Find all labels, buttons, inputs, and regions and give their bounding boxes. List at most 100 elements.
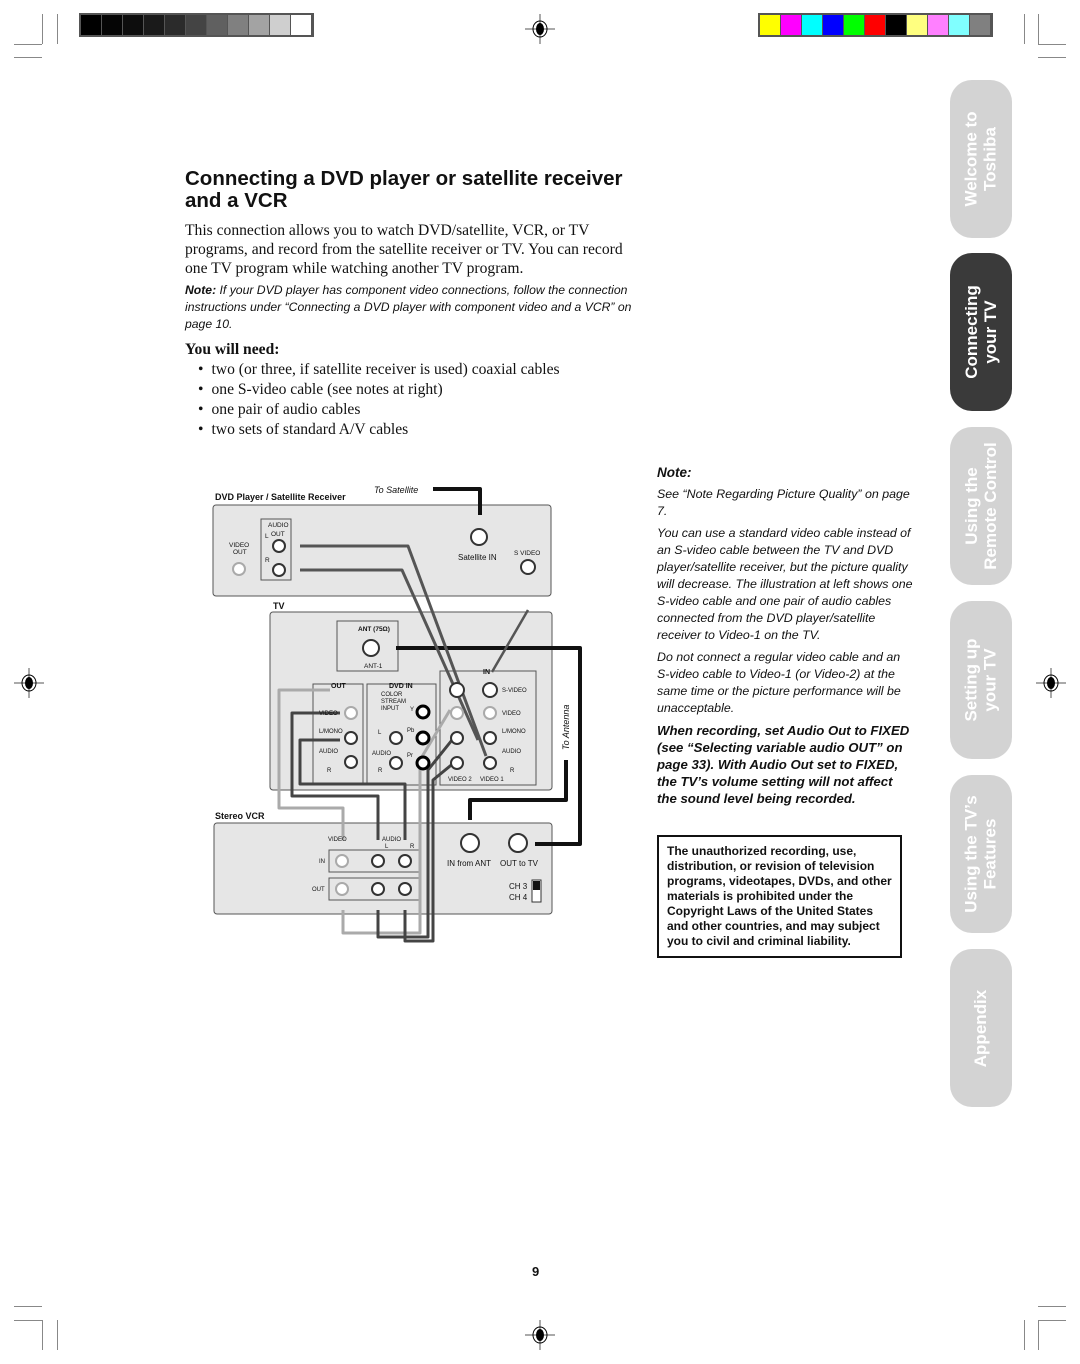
ant-label: ANT (75Ω) bbox=[358, 626, 390, 633]
note-paragraph: Do not connect a regular video cable and… bbox=[657, 650, 901, 715]
notes-heading: Note: bbox=[657, 465, 692, 480]
calibration-swatch bbox=[760, 15, 781, 35]
video1-label: VIDEO 1 bbox=[480, 777, 504, 783]
tab-label: your TV bbox=[981, 300, 1000, 364]
tab-setting-up[interactable]: Setting up your TV bbox=[950, 601, 1012, 759]
calibration-swatch bbox=[186, 15, 207, 35]
vcr-video-label: VIDEO bbox=[328, 837, 347, 843]
calibration-swatch bbox=[949, 15, 970, 35]
audio-label: AUDIO bbox=[502, 749, 521, 755]
list-item: two (or three, if satellite receiver is … bbox=[198, 360, 559, 380]
registration-target-icon bbox=[525, 1320, 555, 1350]
page-title: Connecting a DVD player or satellite rec… bbox=[185, 167, 623, 212]
tv-in-label: IN bbox=[483, 669, 490, 676]
side-notes: Note: See “Note Regarding Picture Qualit… bbox=[657, 464, 913, 812]
tv-label: TV bbox=[273, 601, 285, 611]
audio-out-r-jack bbox=[272, 563, 286, 577]
tab-appendix[interactable]: Appendix bbox=[950, 949, 1012, 1107]
calibration-swatch bbox=[165, 15, 186, 35]
dvd-in-label: DVD IN bbox=[389, 683, 413, 690]
note-label: Note: bbox=[185, 283, 217, 297]
channel-switch-knob bbox=[533, 881, 540, 890]
crop-mark bbox=[1038, 14, 1039, 44]
calibration-swatch bbox=[270, 15, 291, 35]
calibration-swatch bbox=[291, 15, 312, 35]
calibration-swatch bbox=[102, 15, 123, 35]
calibration-swatch bbox=[81, 15, 102, 35]
tab-connecting[interactable]: Connecting your TV bbox=[950, 253, 1012, 411]
video1-video-jack bbox=[483, 706, 497, 720]
color-calibration-bar bbox=[758, 13, 993, 37]
calibration-swatch bbox=[144, 15, 165, 35]
note-text: If your DVD player has component video c… bbox=[185, 283, 632, 331]
dvd-in-y-jack bbox=[415, 704, 431, 720]
to-antenna-label: To Antenna bbox=[561, 705, 571, 750]
crop-mark bbox=[1024, 14, 1025, 44]
right-label: R bbox=[510, 768, 515, 774]
vcr-in-from-ant-jack bbox=[460, 833, 480, 853]
s-video-in-label: S-VIDEO bbox=[502, 688, 527, 694]
vcr-out-l-jack bbox=[371, 882, 385, 896]
calibration-swatch bbox=[781, 15, 802, 35]
s-video-label: S VIDEO bbox=[514, 550, 540, 557]
audio-label: AUDIO bbox=[319, 749, 338, 755]
input-label: INPUT bbox=[381, 706, 399, 712]
crop-mark bbox=[57, 1320, 58, 1350]
crop-mark bbox=[1038, 1320, 1039, 1350]
crop-mark bbox=[14, 57, 42, 58]
copyright-warning-box: The unauthorized recording, use, distrib… bbox=[657, 835, 902, 958]
vcr-label: Stereo VCR bbox=[215, 811, 265, 821]
calibration-swatch bbox=[123, 15, 144, 35]
vcr-audio-label: AUDIO bbox=[382, 837, 401, 843]
calibration-swatch bbox=[249, 15, 270, 35]
crop-mark bbox=[57, 14, 58, 44]
list-item: one S-video cable (see notes at right) bbox=[198, 380, 560, 400]
out-to-tv-label: OUT to TV bbox=[500, 859, 539, 868]
calibration-swatch bbox=[907, 15, 928, 35]
tab-remote-control[interactable]: Using the Remote Control bbox=[950, 427, 1012, 585]
tab-label: your TV bbox=[981, 648, 1001, 712]
video1-r-jack bbox=[483, 756, 497, 770]
tv-panel bbox=[269, 611, 553, 791]
video2-l-jack bbox=[450, 731, 464, 745]
ch4-label: CH 4 bbox=[509, 893, 528, 902]
note-paragraph: You can use a standard video cable inste… bbox=[657, 526, 913, 642]
tab-features[interactable]: Using the TV’s Features bbox=[950, 775, 1012, 933]
video1-s-video-jack bbox=[482, 682, 498, 698]
ant1-label: ANT-1 bbox=[364, 663, 383, 670]
video-out-jack bbox=[232, 562, 246, 576]
dvd-in-pb-jack bbox=[415, 730, 431, 746]
tv-out-video-jack bbox=[344, 706, 358, 720]
calibration-swatch bbox=[823, 15, 844, 35]
need-list: two (or three, if satellite receiver is … bbox=[198, 360, 560, 440]
registration-target-icon bbox=[1036, 668, 1066, 698]
y-label: Y bbox=[410, 707, 414, 713]
video2-s-video-jack bbox=[449, 682, 465, 698]
video-label: VIDEO bbox=[319, 711, 338, 717]
list-item: two sets of standard A/V cables bbox=[198, 420, 560, 440]
list-item: one pair of audio cables bbox=[198, 400, 560, 420]
right-label: R bbox=[378, 768, 383, 774]
connection-diagram: DVD Player / Satellite Receiver To Satel… bbox=[212, 485, 582, 943]
lmono-label: L/MONO bbox=[502, 729, 526, 735]
stream-label: STREAM bbox=[381, 699, 406, 705]
component-note: Note: If your DVD player has component v… bbox=[185, 282, 635, 333]
lmono-label: L/MONO bbox=[319, 729, 343, 735]
video2-label: VIDEO 2 bbox=[448, 777, 472, 783]
tab-welcome[interactable]: Welcome to Toshiba bbox=[950, 80, 1012, 238]
video2-video-jack bbox=[450, 706, 464, 720]
vcr-in-video-jack bbox=[335, 854, 349, 868]
tab-label: Connecting bbox=[962, 285, 981, 379]
tab-label: Setting up bbox=[962, 638, 982, 722]
dvd-in-l-jack bbox=[389, 731, 403, 745]
intro-paragraph: This connection allows you to watch DVD/… bbox=[185, 222, 623, 277]
vcr-out-label: OUT bbox=[312, 887, 325, 893]
tab-label: Welcome to bbox=[962, 111, 981, 207]
video-label: VIDEO bbox=[502, 711, 521, 717]
right-label: R bbox=[327, 768, 332, 774]
registration-target-icon bbox=[14, 668, 44, 698]
tab-label: Remote Control bbox=[981, 442, 1000, 570]
satellite-in-jack bbox=[470, 528, 488, 546]
tab-label: Features bbox=[981, 818, 1001, 890]
calibration-swatch bbox=[844, 15, 865, 35]
